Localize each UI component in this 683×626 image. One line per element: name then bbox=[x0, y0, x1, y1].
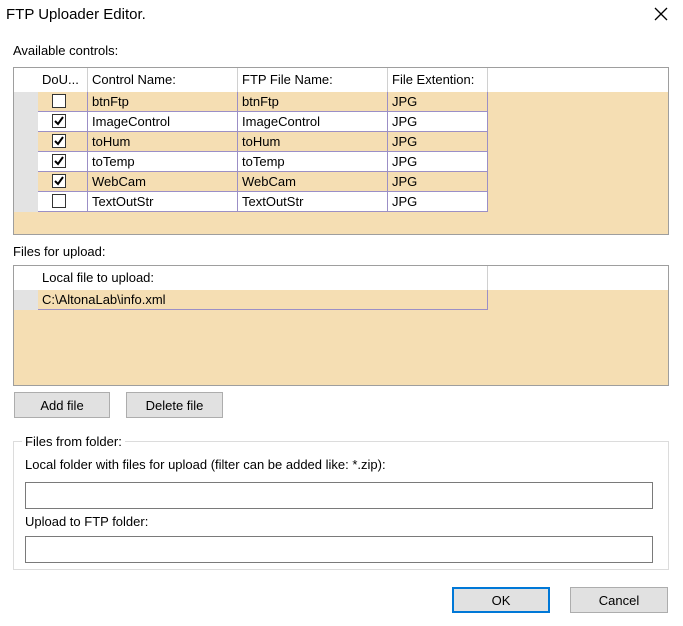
add-file-button[interactable]: Add file bbox=[14, 392, 110, 418]
controls-grid[interactable]: DoU... Control Name: FTP File Name: File… bbox=[13, 67, 669, 235]
control-name-cell[interactable]: btnFtp bbox=[88, 92, 238, 112]
upload-checkbox[interactable] bbox=[52, 114, 66, 128]
row-header[interactable] bbox=[14, 92, 38, 112]
ok-button[interactable]: OK bbox=[452, 587, 550, 613]
row-header[interactable] bbox=[14, 192, 38, 212]
extension-cell[interactable]: JPG bbox=[388, 192, 488, 212]
column-header-dou[interactable]: DoU... bbox=[38, 68, 88, 92]
upload-checkbox[interactable] bbox=[52, 174, 66, 188]
files-for-upload-label: Files for upload: bbox=[13, 244, 106, 259]
ftp-file-name-cell[interactable]: ImageControl bbox=[238, 112, 388, 132]
local-file-cell[interactable]: C:\AltonaLab\info.xml bbox=[38, 290, 488, 310]
control-name-cell[interactable]: WebCam bbox=[88, 172, 238, 192]
row-header[interactable] bbox=[14, 132, 38, 152]
extension-cell[interactable]: JPG bbox=[388, 152, 488, 172]
files-grid[interactable]: Local file to upload: C:\AltonaLab\info.… bbox=[13, 265, 669, 386]
checkbox-cell[interactable] bbox=[38, 152, 88, 172]
row-header[interactable] bbox=[14, 112, 38, 132]
checkmark-icon bbox=[54, 176, 64, 186]
ftp-file-name-cell[interactable]: WebCam bbox=[238, 172, 388, 192]
upload-checkbox[interactable] bbox=[52, 134, 66, 148]
files-grid-header: Local file to upload: bbox=[14, 266, 668, 290]
close-button[interactable] bbox=[640, 0, 682, 28]
checkmark-icon bbox=[54, 116, 64, 126]
ftp-file-name-cell[interactable]: btnFtp bbox=[238, 92, 388, 112]
ftp-folder-label: Upload to FTP folder: bbox=[25, 514, 149, 529]
delete-file-button[interactable]: Delete file bbox=[126, 392, 223, 418]
close-icon bbox=[654, 7, 668, 21]
local-folder-label: Local folder with files for upload (filt… bbox=[25, 457, 386, 472]
ftp-file-name-cell[interactable]: toTemp bbox=[238, 152, 388, 172]
control-name-cell[interactable]: toTemp bbox=[88, 152, 238, 172]
files-from-folder-title: Files from folder: bbox=[22, 434, 125, 449]
row-header[interactable] bbox=[14, 172, 38, 192]
row-header[interactable] bbox=[14, 290, 38, 310]
ftp-folder-input[interactable] bbox=[25, 536, 653, 563]
checkbox-cell[interactable] bbox=[38, 192, 88, 212]
window-title: FTP Uploader Editor. bbox=[6, 6, 146, 23]
control-name-cell[interactable]: ImageControl bbox=[88, 112, 238, 132]
available-controls-label: Available controls: bbox=[13, 43, 119, 58]
column-header-control-name[interactable]: Control Name: bbox=[88, 68, 238, 92]
local-folder-input[interactable] bbox=[25, 482, 653, 509]
extension-cell[interactable]: JPG bbox=[388, 172, 488, 192]
checkbox-cell[interactable] bbox=[38, 132, 88, 152]
checkbox-cell[interactable] bbox=[38, 92, 88, 112]
upload-checkbox[interactable] bbox=[52, 154, 66, 168]
checkbox-cell[interactable] bbox=[38, 112, 88, 132]
control-name-cell[interactable]: toHum bbox=[88, 132, 238, 152]
control-name-cell[interactable]: TextOutStr bbox=[88, 192, 238, 212]
extension-cell[interactable]: JPG bbox=[388, 132, 488, 152]
extension-cell[interactable]: JPG bbox=[388, 112, 488, 132]
upload-checkbox[interactable] bbox=[52, 94, 66, 108]
ftp-file-name-cell[interactable]: toHum bbox=[238, 132, 388, 152]
upload-checkbox[interactable] bbox=[52, 194, 66, 208]
row-header[interactable] bbox=[14, 152, 38, 172]
column-header-ftp-file-name[interactable]: FTP File Name: bbox=[238, 68, 388, 92]
column-header-file-extension[interactable]: File Extention: bbox=[388, 68, 488, 92]
ftp-file-name-cell[interactable]: TextOutStr bbox=[238, 192, 388, 212]
cancel-button[interactable]: Cancel bbox=[570, 587, 668, 613]
checkmark-icon bbox=[54, 156, 64, 166]
checkmark-icon bbox=[54, 136, 64, 146]
checkbox-cell[interactable] bbox=[38, 172, 88, 192]
controls-grid-header: DoU... Control Name: FTP File Name: File… bbox=[14, 68, 668, 92]
column-header-local-file[interactable]: Local file to upload: bbox=[38, 266, 488, 290]
extension-cell[interactable]: JPG bbox=[388, 92, 488, 112]
